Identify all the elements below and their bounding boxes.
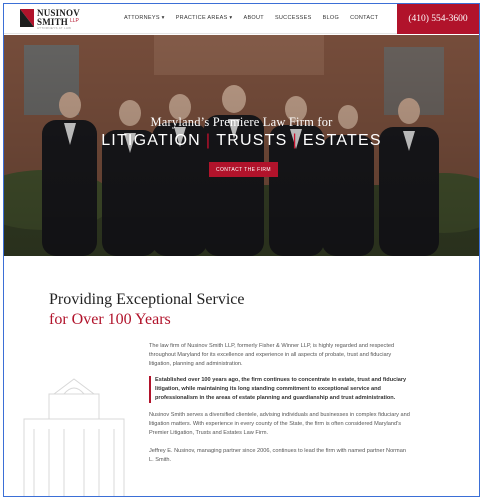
contact-the-firm-button[interactable]: CONTACT THE FIRM [209, 162, 278, 177]
nav-contact[interactable]: CONTACT [350, 15, 378, 21]
nav-successes[interactable]: SUCCESSES [275, 15, 312, 21]
site-logo[interactable]: NUSINOV SMITH LLP ATTORNEYS AT LAW [20, 8, 90, 30]
logo-tagline: ATTORNEYS AT LAW [37, 26, 72, 30]
page-frame: NUSINOV SMITH LLP ATTORNEYS AT LAW ATTOR… [3, 3, 480, 497]
intro-section: Providing Exceptional Service for Over 1… [4, 256, 479, 496]
nav-blog[interactable]: BLOG [323, 15, 339, 21]
intro-heading-line2: for Over 100 Years [49, 311, 171, 328]
hero-title-estates: ESTATES [302, 132, 382, 149]
logo-llp: LLP [70, 18, 79, 24]
nav-practice-areas[interactable]: PRACTICE AREAS ▾ [176, 15, 233, 21]
hero-title-trusts: TRUSTS [216, 132, 288, 149]
phone-number-button[interactable]: (410) 554-3600 [397, 4, 479, 34]
hero-title-separator: | [292, 132, 298, 149]
nav-about[interactable]: ABOUT [243, 15, 263, 21]
site-header: NUSINOV SMITH LLP ATTORNEYS AT LAW ATTOR… [4, 4, 479, 34]
building-illustration [23, 378, 125, 496]
hero-banner: Maryland’s Premiere Law Firm for LITIGAT… [4, 35, 479, 256]
hero-title-separator: | [205, 132, 212, 149]
hero-title-litigation: LITIGATION [101, 132, 201, 149]
main-nav: ATTORNEYS ▾ PRACTICE AREAS ▾ ABOUT SUCCE… [124, 15, 389, 21]
hero-title: LITIGATION | TRUSTS | ESTATES [4, 132, 479, 150]
hero-subtitle: Maryland’s Premiere Law Firm for [150, 115, 333, 129]
intro-paragraph-4: Jeffrey E. Nusinov, managing partner sin… [149, 448, 406, 463]
intro-heading-line1: Providing Exceptional Service [49, 291, 245, 308]
intro-paragraph-2: Established over 100 years ago, the firm… [149, 376, 411, 403]
logo-mark-icon [20, 9, 34, 27]
nav-attorneys[interactable]: ATTORNEYS ▾ [124, 15, 165, 21]
intro-paragraph-3: Nusinov Smith serves a diversified clien… [149, 412, 410, 436]
intro-paragraph-1: The law firm of Nusinov Smith LLP, forme… [149, 343, 395, 367]
